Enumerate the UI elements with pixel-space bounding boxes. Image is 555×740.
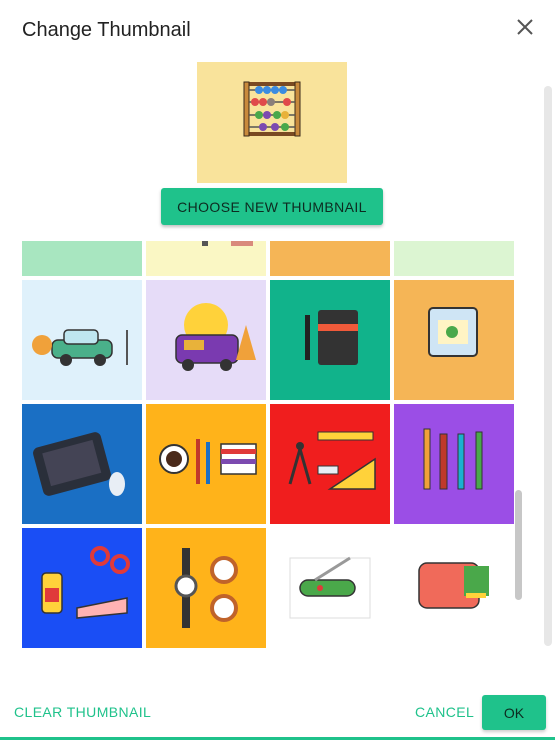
- thumbnail-option-wallet[interactable]: [394, 528, 514, 648]
- tv-console-icon: [22, 241, 142, 276]
- backpack-icon: [394, 241, 514, 276]
- thumbnail-option-swiss-knife[interactable]: [270, 528, 390, 648]
- coffee-palette-icon: [159, 439, 257, 484]
- dialog-scrollbar[interactable]: [544, 86, 552, 646]
- thumbnail-option-safe[interactable]: [270, 241, 390, 276]
- thumbnail-option-van-sunset[interactable]: [146, 280, 266, 400]
- thumbnail-grid: [22, 241, 522, 686]
- thumbnail-preview: [197, 62, 347, 183]
- thumbnail-option-car-street[interactable]: [22, 280, 142, 400]
- van-sunset-icon: [175, 303, 256, 371]
- thumbnail-option-armchair-room[interactable]: [146, 241, 266, 276]
- grid-scrollbar-thumb[interactable]: [515, 490, 522, 600]
- thumbnail-option-compass-ruler[interactable]: [270, 404, 390, 524]
- open-safe-icon: [428, 307, 478, 357]
- notebook-pen-icon: [305, 310, 358, 365]
- thumbnail-option-tv-console[interactable]: [22, 241, 142, 276]
- thumbnail-option-open-safe[interactable]: [394, 280, 514, 400]
- thumbnail-option-notebook-pen[interactable]: [270, 280, 390, 400]
- watch-glasses-icon: [174, 548, 238, 628]
- thumbnail-option-backpack[interactable]: [394, 241, 514, 276]
- safe-icon: [270, 241, 390, 276]
- close-icon[interactable]: [510, 12, 540, 42]
- clear-thumbnail-button[interactable]: CLEAR THUMBNAIL: [14, 704, 151, 720]
- drawing-tablet-icon: [33, 432, 125, 496]
- thumbnail-option-drawing-tablet[interactable]: [22, 404, 142, 524]
- dialog-title: Change Thumbnail: [22, 19, 191, 41]
- car-street-icon: [32, 329, 128, 366]
- thumbnail-option-pens[interactable]: [394, 404, 514, 524]
- thumbnail-option-coffee-palette[interactable]: [146, 404, 266, 524]
- abacus-icon: [243, 81, 301, 137]
- thumbnail-option-scissors-stapler[interactable]: [22, 528, 142, 648]
- scissors-stapler-icon: [41, 546, 130, 619]
- pens-icon: [423, 428, 483, 490]
- change-thumbnail-dialog: Change Thumbnail CHOOSE NEW THUMBNAIL CL…: [0, 0, 555, 740]
- compass-ruler-icon: [288, 431, 376, 490]
- thumbnail-option-watch-glasses[interactable]: [146, 528, 266, 648]
- armchair-room-icon: [202, 241, 253, 246]
- wallet-icon: [418, 562, 489, 609]
- ok-button[interactable]: OK: [482, 695, 546, 730]
- choose-new-thumbnail-button[interactable]: CHOOSE NEW THUMBNAIL: [161, 188, 383, 225]
- cancel-button[interactable]: CANCEL: [415, 704, 474, 720]
- swiss-knife-icon: [289, 556, 371, 619]
